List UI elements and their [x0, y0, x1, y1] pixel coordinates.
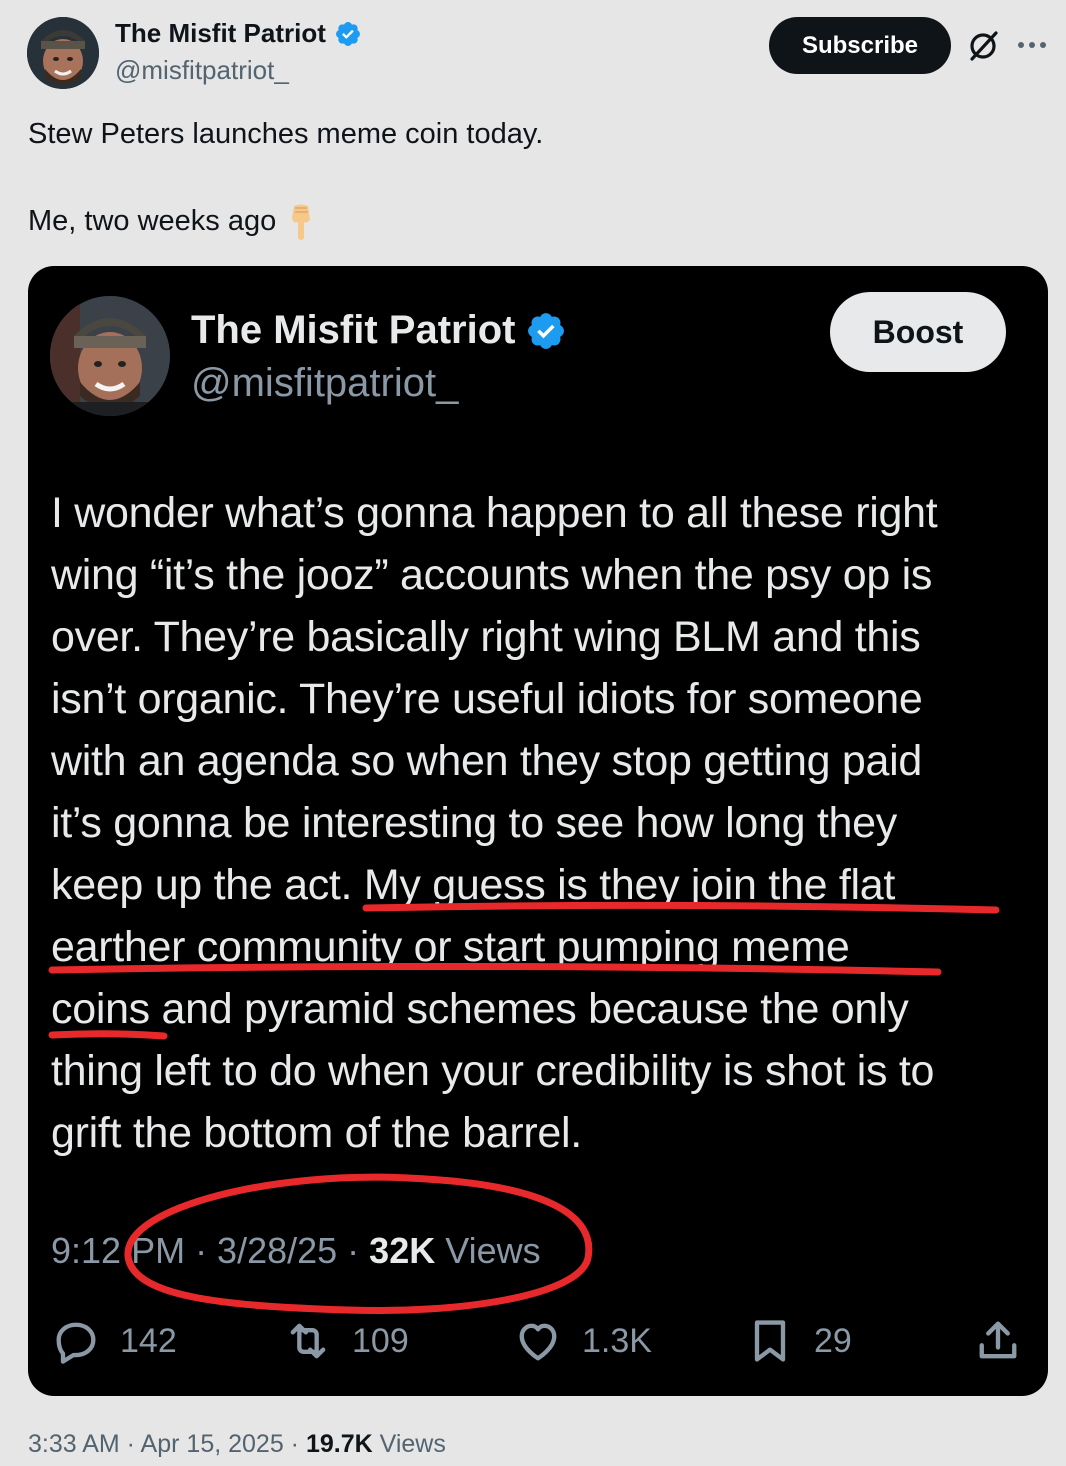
reply-count: 142	[120, 1321, 177, 1360]
verified-badge-icon	[335, 21, 360, 46]
author-name-row[interactable]: The Misfit Patriot	[115, 18, 362, 49]
embedded-views-label: Views	[435, 1230, 541, 1271]
post-header: The Misfit Patriot @misfitpatriot_ Subsc…	[0, 0, 1066, 100]
embedded-body-line: keep up the act. My guess is they join t…	[51, 861, 895, 909]
embedded-body-line: I wonder what’s gonna happen to all thes…	[51, 489, 938, 537]
share-icon	[979, 1321, 1017, 1359]
bookmark-icon	[754, 1320, 786, 1362]
embedded-like-action: 1.3K	[512, 1306, 652, 1376]
post-text: Stew Peters launches meme coin today. Me…	[28, 112, 1038, 243]
author-handle[interactable]: @misfitpatriot_	[115, 55, 289, 86]
embedded-author-avatar	[50, 296, 170, 416]
embedded-body-line: wing “it’s the jooz” accounts when the p…	[51, 551, 933, 599]
embedded-author-handle: @misfitpatriot_	[191, 361, 459, 405]
backhand-index-pointing-down-icon	[292, 204, 311, 241]
embedded-post-body: I wonder what’s gonna happen to all thes…	[51, 482, 1041, 1164]
heart-icon	[519, 1323, 557, 1361]
avatar-image	[27, 17, 99, 89]
embedded-avatar-image	[50, 296, 170, 416]
embedded-post-meta: 9:12 PM · 3/28/25 · 32K Views	[51, 1230, 541, 1272]
embedded-body-line: over. They’re basically right wing BLM a…	[51, 613, 921, 661]
post-views-count: 19.7K	[305, 1430, 373, 1458]
embedded-reply-action: 142	[50, 1306, 177, 1376]
subscribe-button[interactable]: Subscribe	[769, 17, 951, 74]
embedded-verified-badge-icon	[528, 312, 565, 349]
embedded-body-line: grift the bottom of the barrel.	[51, 1109, 582, 1157]
grok-icon[interactable]	[965, 28, 1001, 64]
embedded-body-line: earther community or start pumping meme	[51, 923, 850, 971]
embedded-body-line: it’s gonna be interesting to see how lon…	[51, 799, 897, 847]
embedded-author-name-row: The Misfit Patriot	[191, 308, 567, 353]
author-display-name[interactable]: The Misfit Patriot	[115, 18, 326, 49]
embedded-author-display-name: The Misfit Patriot	[191, 308, 516, 352]
post-text-line: Me, two weeks ago	[28, 199, 1038, 243]
post-text-line: Stew Peters launches meme coin today.	[28, 118, 544, 150]
embedded-views-count: 32K	[369, 1230, 436, 1271]
bookmark-count: 29	[814, 1321, 852, 1360]
embedded-action-bar: 142 109 1.3K 29	[28, 1306, 1048, 1376]
embedded-body-line: thing left to do when your credibility i…	[51, 1047, 935, 1095]
post-meta: 3:33 AM · Apr 15, 2025 · 19.7K Views	[28, 1430, 446, 1459]
post-timestamp[interactable]: 3:33 AM · Apr 15, 2025 ·	[28, 1430, 306, 1458]
reply-icon	[56, 1322, 96, 1364]
embedded-timestamp: 9:12 PM · 3/28/25 ·	[51, 1230, 370, 1271]
embedded-body-line: isn’t organic. They’re useful idiots for…	[51, 675, 923, 723]
embedded-share-action	[972, 1306, 1024, 1376]
repost-icon	[290, 1323, 326, 1359]
post-text-line-content: Me, two weeks ago	[28, 205, 277, 237]
embedded-screenshot[interactable]: The Misfit Patriot @misfitpatriot_ Boost…	[28, 266, 1048, 1396]
embedded-bookmark-action: 29	[744, 1306, 852, 1376]
repost-count: 109	[352, 1321, 409, 1360]
post-views-label: Views	[372, 1430, 446, 1458]
embedded-body-line: with an agenda so when they stop getting…	[51, 737, 923, 785]
like-count: 1.3K	[582, 1321, 652, 1360]
embedded-repost-action: 109	[282, 1306, 409, 1376]
embedded-body-line: coins and pyramid schemes because the on…	[51, 985, 909, 1033]
more-icon[interactable]	[1015, 30, 1049, 60]
embedded-boost-button: Boost	[830, 292, 1006, 372]
author-avatar[interactable]	[27, 17, 99, 89]
